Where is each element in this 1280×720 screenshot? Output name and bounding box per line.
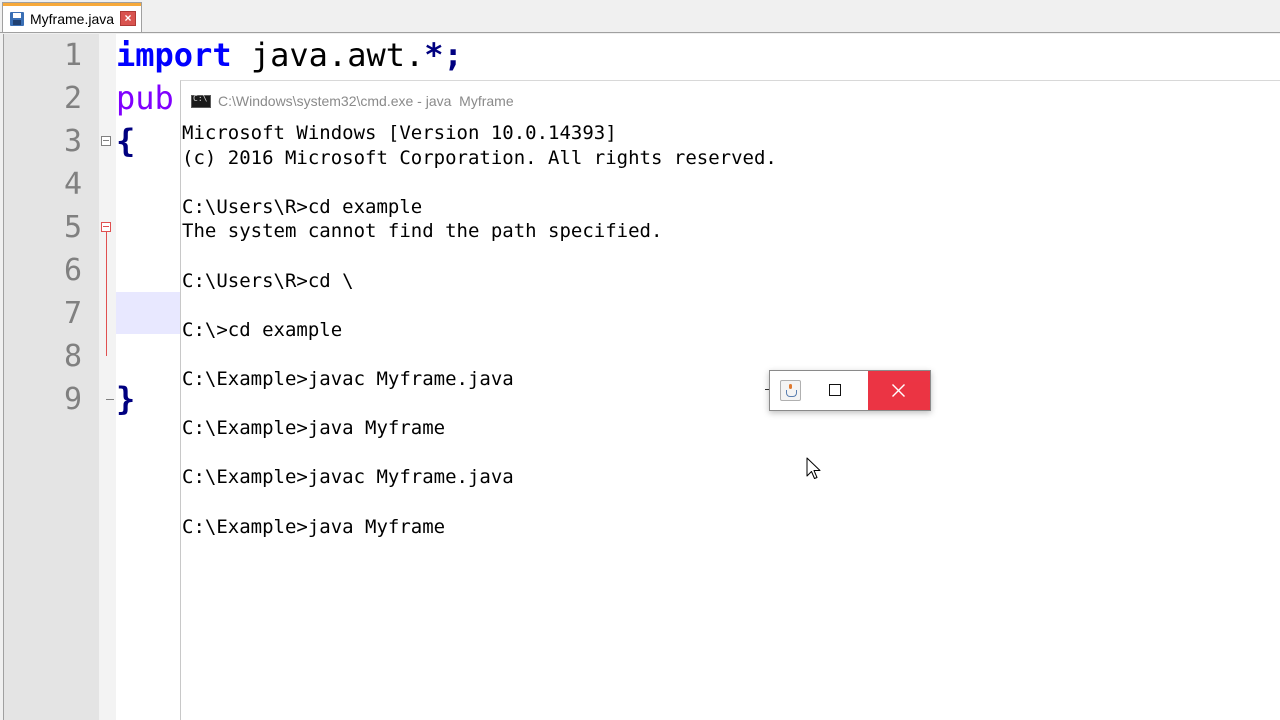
line-number: 3 <box>63 124 82 159</box>
save-icon <box>10 12 24 26</box>
import-keyword: import <box>116 36 232 74</box>
code-line-9: } <box>116 378 135 421</box>
file-tab[interactable]: Myframe.java × <box>2 2 142 32</box>
line-number-gutter: 1 2 3 4 5 6 7 8 9 <box>4 34 99 720</box>
cmd-window-title: C:\Windows\system32\cmd.exe - java Myfra… <box>218 93 514 109</box>
open-brace: { <box>116 122 136 160</box>
console-output[interactable]: Microsoft Windows [Version 10.0.14393] (… <box>181 121 1280 720</box>
fold-toggle-icon[interactable] <box>101 222 111 232</box>
close-tab-icon[interactable]: × <box>120 11 136 26</box>
console-line: Microsoft Windows [Version 10.0.14393] <box>182 122 617 144</box>
close-icon <box>892 384 905 397</box>
line-number: 7 <box>63 296 82 331</box>
java-coffee-icon[interactable] <box>780 380 801 401</box>
line-number: 2 <box>63 81 82 116</box>
line-number: 9 <box>63 382 82 417</box>
console-line: (c) 2016 Microsoft Corporation. All righ… <box>182 146 777 169</box>
maximize-icon <box>829 384 841 396</box>
mouse-pointer-icon <box>806 457 821 479</box>
code-line-3: { <box>116 120 135 163</box>
fold-end-marker <box>106 399 114 400</box>
console-line: C:\Example>java Myframe <box>182 417 446 440</box>
console-line: C:\Users\R>cd \ <box>182 269 354 292</box>
package-name: java.awt. <box>231 36 425 74</box>
close-button[interactable] <box>868 371 930 410</box>
file-tab-label: Myframe.java <box>30 11 115 27</box>
line-number: 1 <box>63 38 82 73</box>
line-number: 4 <box>63 167 82 202</box>
code-line-1: import java.awt.*; <box>116 34 463 77</box>
code-line-2: pub <box>116 77 174 120</box>
console-line: C:\Example>java Myframe <box>182 515 446 538</box>
desktop: Myframe.java × 1 2 3 4 5 6 7 8 9 import … <box>0 0 1280 720</box>
cmd-window[interactable]: C:\Windows\system32\cmd.exe - java Myfra… <box>180 80 1280 720</box>
line-number: 8 <box>63 339 82 374</box>
console-line: The system cannot find the path specifie… <box>182 220 663 243</box>
fold-range-line <box>106 232 107 356</box>
console-line: C:\Example>javac Myframe.java <box>182 466 514 489</box>
wildcard-import: *; <box>424 36 463 74</box>
line-number: 5 <box>63 210 82 245</box>
cmd-title-bar[interactable]: C:\Windows\system32\cmd.exe - java Myfra… <box>181 81 1280 121</box>
active-tab-indicator <box>3 3 141 6</box>
console-line: C:\Users\R>cd example <box>182 195 423 218</box>
line-number: 6 <box>63 253 82 288</box>
fold-toggle-icon[interactable] <box>101 136 111 146</box>
close-brace: } <box>116 380 136 418</box>
console-line: C:\>cd example <box>182 318 343 341</box>
console-line: C:\Example>javac Myframe.java <box>182 368 514 390</box>
maximize-button[interactable] <box>819 371 867 410</box>
cmd-icon <box>191 94 211 108</box>
editor-tab-bar: Myframe.java × <box>0 0 1280 33</box>
public-keyword: pub <box>116 79 174 117</box>
java-frame-window[interactable] <box>769 370 931 411</box>
